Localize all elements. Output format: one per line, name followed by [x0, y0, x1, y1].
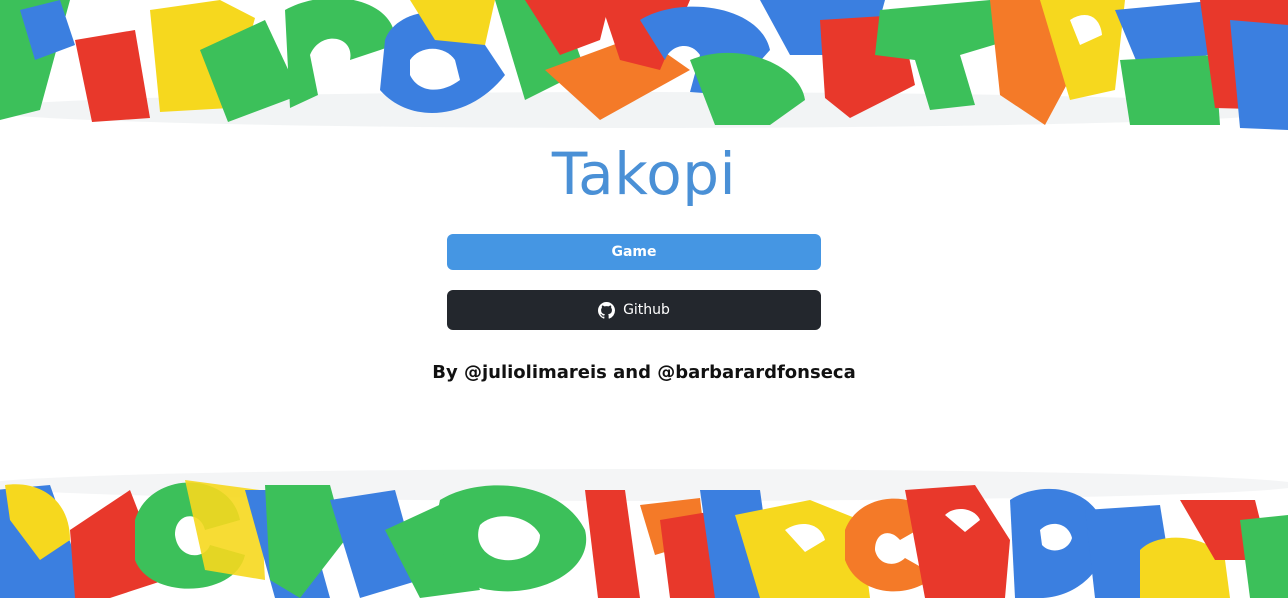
game-button-label: Game	[611, 244, 657, 260]
github-icon	[598, 301, 616, 319]
game-button[interactable]: Game	[447, 234, 821, 270]
page-title: Takopi	[551, 140, 737, 208]
main-content: Takopi Game Github By @juliolimareis and…	[0, 0, 1288, 598]
github-button-label: Github	[623, 302, 670, 318]
landing-page: Takopi Game Github By @juliolimareis and…	[0, 0, 1288, 598]
author-byline: By @juliolimareis and @barbarardfonseca	[432, 362, 856, 383]
github-button[interactable]: Github	[447, 290, 821, 330]
